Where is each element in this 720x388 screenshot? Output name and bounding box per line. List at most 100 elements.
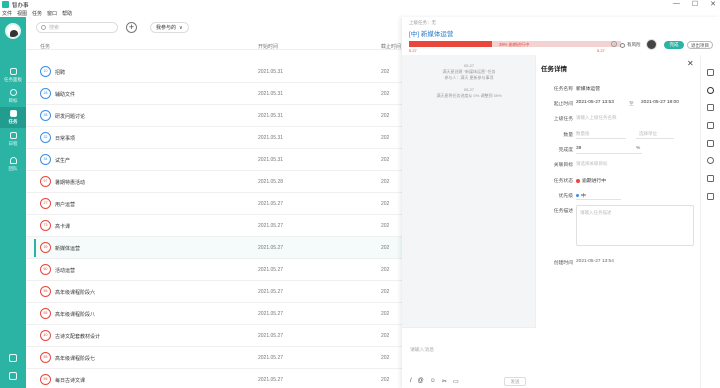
filter-dropdown[interactable]: 我参与的 ∨	[150, 22, 189, 33]
settings-icon[interactable]	[9, 372, 17, 380]
quantity-input[interactable]: 数量值	[576, 131, 590, 137]
add-task-button[interactable]: +	[126, 22, 137, 33]
owner-avatar[interactable]	[646, 39, 657, 50]
finish-button[interactable]: 完成	[664, 41, 684, 49]
task-name: 活动运营	[55, 268, 76, 274]
app-logo-icon	[2, 1, 9, 8]
help-icon[interactable]: ?	[611, 41, 617, 47]
nav-tasks[interactable]: 任务	[0, 107, 26, 128]
subtask-icon[interactable]	[707, 104, 714, 111]
calendar-icon	[9, 132, 17, 139]
status-select[interactable]: 逾期进行中	[576, 177, 606, 184]
quantity-underline	[576, 138, 626, 139]
table-row[interactable]: 55 每日古诗文课 2021.05.27 202	[26, 369, 402, 388]
close-icon[interactable]: ✕	[687, 59, 694, 68]
table-row[interactable]: 27 用户运营 2021.05.27 202	[26, 193, 402, 215]
menu-task[interactable]: 任务	[32, 10, 42, 17]
info-icon[interactable]	[707, 87, 714, 94]
menu-help[interactable]: 帮助	[62, 10, 72, 17]
col-deadline[interactable]: 截止时间	[381, 43, 401, 50]
list-toolbar: 搜索 + 我参与的 ∨	[36, 22, 189, 33]
col-task: 任务	[40, 44, 51, 50]
minimize-button[interactable]: —	[673, 0, 680, 8]
priority-select[interactable]: 中	[576, 192, 586, 199]
table-row[interactable]: 40 古诗文配套教材设计 2021.05.27 202	[26, 325, 402, 347]
progress-ring: 73	[40, 220, 51, 231]
unit-select[interactable]: 选择单位	[639, 131, 657, 137]
menu-file[interactable]: 文件	[2, 10, 12, 17]
nav-schedule[interactable]: 日程	[0, 129, 26, 150]
end-time-field[interactable]: 2021-05-27 18:00	[641, 100, 679, 105]
window-controls: — ☐ ✕	[673, 0, 716, 8]
progress-end-date: 5.27	[597, 48, 605, 53]
clock-icon[interactable]	[707, 157, 714, 164]
checklist-icon[interactable]	[707, 122, 714, 129]
command-icon[interactable]: /	[410, 378, 412, 385]
percent-input[interactable]: 39	[576, 146, 581, 151]
name-field[interactable]: 新媒体运营	[576, 85, 600, 92]
star-icon[interactable]	[707, 175, 714, 182]
goal-input[interactable]: 请选择关联目标	[576, 161, 608, 167]
start-date: 2021.05.27	[258, 355, 284, 361]
nav-task-board[interactable]: 任务面板	[0, 65, 26, 86]
nav-label: 目标	[8, 98, 18, 103]
table-row[interactable]: 10 招聘 2021.05.31 202	[26, 61, 402, 83]
progress-ring: 32	[40, 132, 51, 143]
nav-label: 任务	[8, 119, 18, 124]
goal-label: 关联目标	[553, 163, 573, 168]
emoji-icon[interactable]: ☺	[430, 378, 436, 385]
table-row[interactable]: 39 新媒体运营 2021.05.27 202	[26, 237, 402, 259]
nav-team[interactable]: 团队	[0, 154, 26, 175]
deadline-date: 202	[381, 267, 390, 273]
parent-task-input[interactable]: 请输入上级任务名称	[576, 115, 617, 121]
table-row[interactable]: 55 高年级课程阶段六 2021.05.27 202	[26, 281, 402, 303]
table-row[interactable]: 60 活动运营 2021.05.27 202	[26, 259, 402, 281]
table-row[interactable]: 97 暑期特惠活动 2021.05.28 202	[26, 171, 402, 193]
menu-view[interactable]: 视图	[17, 10, 27, 17]
start-date: 2021.05.27	[258, 223, 284, 229]
start-date: 2021.05.27	[258, 333, 284, 339]
table-row[interactable]: 32 日常事项 2021.05.31 202	[26, 127, 402, 149]
exit-project-button[interactable]: 退出项目	[687, 41, 713, 49]
unit-underline	[636, 138, 674, 139]
list-icon[interactable]	[707, 69, 714, 76]
deadline-date: 202	[381, 69, 390, 75]
table-row[interactable]: 28 辅助文件 2021.05.31 202	[26, 83, 402, 105]
table-row[interactable]: 34 试生产 2021.05.31 202	[26, 149, 402, 171]
dashboard-icon	[9, 68, 17, 75]
start-time-field[interactable]: 2021-05-27 13:53	[576, 100, 614, 105]
mention-icon[interactable]: @	[418, 378, 424, 385]
start-date: 2021.05.27	[258, 245, 284, 251]
maximize-button[interactable]: ☐	[692, 0, 698, 8]
nav-goals[interactable]: 目标	[0, 86, 26, 107]
chat-placeholder: 请输入消息	[410, 348, 434, 353]
member-icon[interactable]	[707, 140, 714, 147]
parent-task-label[interactable]: 上级任务：无	[409, 20, 436, 26]
time-label: 起止时间	[553, 102, 573, 107]
chat-input-area[interactable]: 请输入消息 / @ ☺ ✂ ▭ 发送	[402, 327, 536, 388]
send-button[interactable]: 发送	[504, 377, 526, 386]
table-row[interactable]: 38 研发问题讨论 2021.05.31 202	[26, 105, 402, 127]
user-avatar[interactable]	[5, 23, 21, 39]
table-row[interactable]: 55 高年级课程阶段七 2021.05.27 202	[26, 347, 402, 369]
table-row[interactable]: 73 高卡课 2021.05.27 202	[26, 215, 402, 237]
task-name: 招聘	[55, 70, 66, 76]
risk-toggle[interactable]: 有风险	[620, 42, 641, 48]
progress-bar[interactable]: 39% 逾期进行中	[409, 41, 621, 47]
contacts-icon[interactable]	[9, 354, 17, 362]
detail-title[interactable]: [中] 新媒体运营	[409, 28, 453, 38]
col-start[interactable]: 开始时间	[258, 43, 278, 50]
task-rows: 10 招聘 2021.05.31 202 28 辅助文件 2021.05.31 202 38 研发…	[26, 61, 402, 388]
filter-label: 我参与的	[156, 25, 177, 31]
progress-text: 39% 逾期进行中	[499, 41, 530, 47]
description-textarea[interactable]: 请输入任务描述	[576, 205, 694, 246]
time-separator: 至	[629, 102, 634, 107]
close-window-button[interactable]: ✕	[710, 0, 716, 8]
scissors-icon[interactable]: ✂	[442, 378, 447, 385]
table-row[interactable]: 55 高年级课程阶段八 2021.05.27 202	[26, 303, 402, 325]
search-input[interactable]: 搜索	[36, 22, 118, 33]
activity-chat: 05-27 满天星创建 "新媒体运营" 任务 参与人：满天 更新参与事项 05-…	[402, 55, 536, 388]
folder-icon[interactable]: ▭	[453, 378, 459, 385]
folder-icon[interactable]	[707, 193, 714, 200]
menu-window[interactable]: 窗口	[47, 10, 57, 17]
